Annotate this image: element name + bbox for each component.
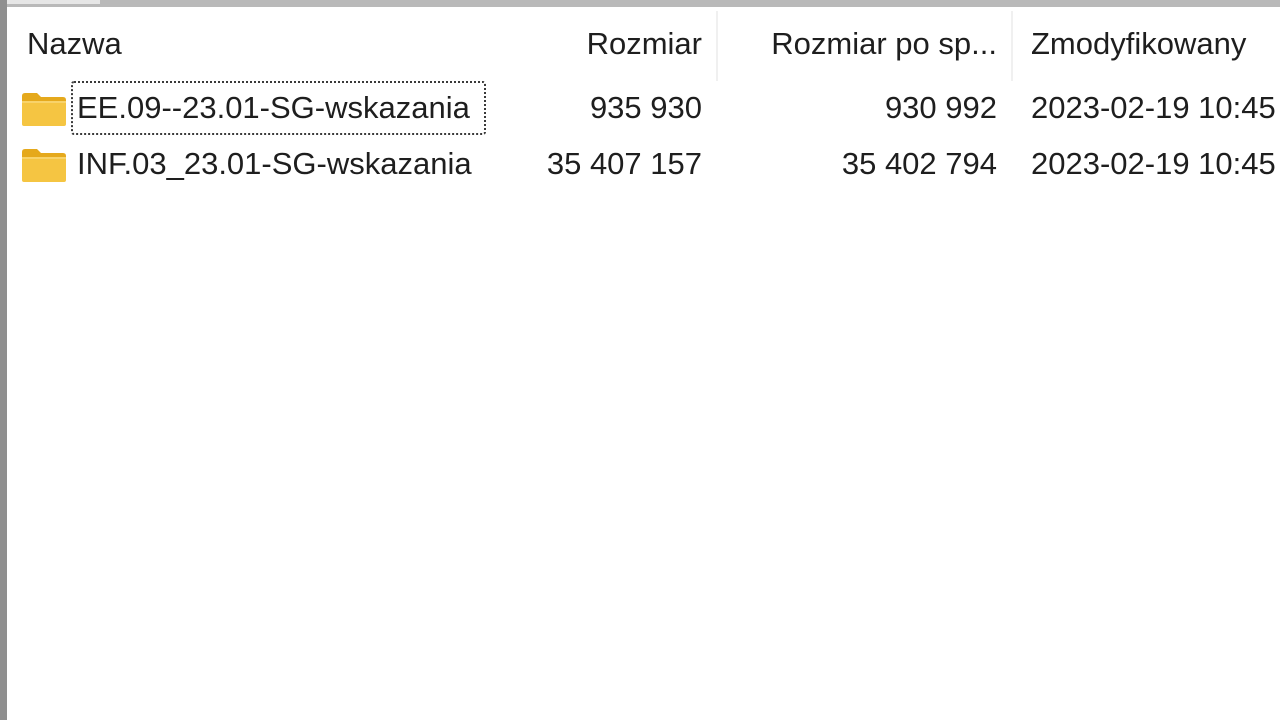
file-name[interactable]: EE.09--23.01-SG-wskazania bbox=[71, 80, 486, 136]
column-header-size[interactable]: Rozmiar bbox=[527, 21, 702, 77]
window-left-border bbox=[0, 0, 7, 720]
column-divider[interactable] bbox=[716, 11, 718, 81]
window-top-border-accent bbox=[0, 0, 100, 4]
file-list-view[interactable]: Nazwa Rozmiar Rozmiar po sp... Zmodyfiko… bbox=[7, 7, 1280, 720]
file-packed-size: 930 992 bbox=[884, 90, 997, 125]
folder-icon bbox=[22, 93, 66, 126]
file-row-ee09[interactable]: EE.09--23.01-SG-wskazania 935 930 930 99… bbox=[7, 80, 1280, 136]
column-header-bar: Nazwa Rozmiar Rozmiar po sp... Zmodyfiko… bbox=[7, 7, 1280, 81]
file-size: 935 930 bbox=[589, 90, 702, 125]
column-header-name[interactable]: Nazwa bbox=[27, 21, 527, 77]
window-top-border bbox=[0, 0, 1280, 7]
file-modified-date: 2023-02-19 10:45 bbox=[1031, 146, 1276, 181]
archive-window: Nazwa Rozmiar Rozmiar po sp... Zmodyfiko… bbox=[0, 0, 1280, 720]
file-name[interactable]: INF.03_23.01-SG-wskazania bbox=[71, 136, 472, 192]
column-divider[interactable] bbox=[1011, 11, 1013, 81]
column-header-packed-size[interactable]: Rozmiar po sp... bbox=[719, 21, 997, 77]
file-size: 35 407 157 bbox=[546, 146, 702, 181]
folder-icon bbox=[22, 149, 66, 182]
file-packed-size: 35 402 794 bbox=[841, 146, 997, 181]
file-name-label: INF.03_23.01-SG-wskazania bbox=[77, 146, 472, 181]
file-row-inf03[interactable]: INF.03_23.01-SG-wskazania 35 407 157 35 … bbox=[7, 136, 1280, 192]
column-header-modified[interactable]: Zmodyfikowany bbox=[1031, 21, 1280, 77]
file-modified-date: 2023-02-19 10:45 bbox=[1031, 90, 1276, 125]
file-name-label: EE.09--23.01-SG-wskazania bbox=[71, 81, 486, 135]
